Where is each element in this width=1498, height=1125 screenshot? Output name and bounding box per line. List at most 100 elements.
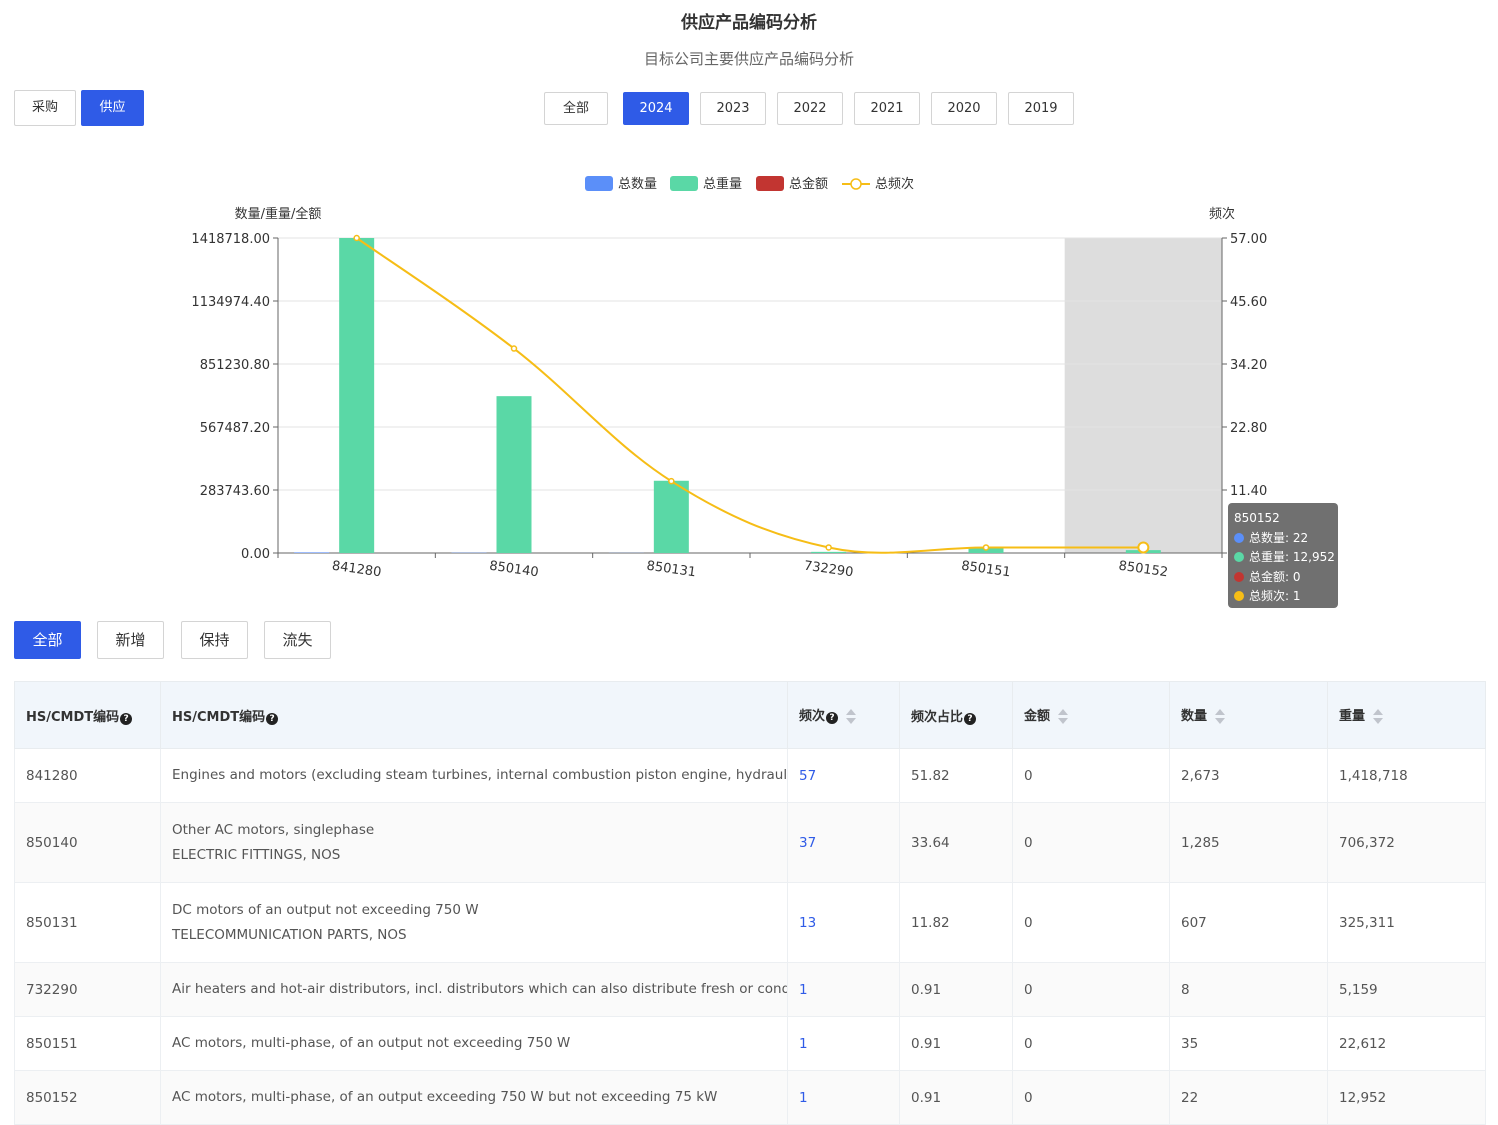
cell-freq-link[interactable]: 1	[788, 1071, 900, 1125]
freq-point-732290	[826, 545, 831, 550]
cell-ratio: 0.91	[900, 1071, 1013, 1125]
cell-amount: 0	[1013, 803, 1170, 883]
cell-ratio: 0.91	[900, 1017, 1013, 1071]
cell-desc: Other AC motors, singlephaseELECTRIC FIT…	[161, 803, 788, 883]
desc-line: Other AC motors, singlephase	[172, 818, 776, 843]
cell-ratio: 33.64	[900, 803, 1013, 883]
col-header-freq[interactable]: 频次?	[788, 682, 900, 749]
desc-line: AC motors, multi-phase, of an output not…	[172, 1031, 776, 1056]
freq-point-850152	[1138, 542, 1148, 552]
year-filter-all[interactable]: 全部	[544, 92, 608, 125]
cell-qty: 607	[1170, 883, 1328, 963]
tooltip-amount-text: 总金额: 0	[1249, 570, 1301, 584]
highlight-band	[1065, 238, 1222, 553]
x-tick-label: 850131	[646, 559, 697, 581]
page-title: 供应产品编码分析	[0, 8, 1498, 33]
cell-freq-link[interactable]: 13	[788, 883, 900, 963]
status-filter-new[interactable]: 新增	[97, 621, 164, 659]
y2-tick-label: 22.80	[1230, 421, 1267, 436]
col-header-desc-label: HS/CMDT编码	[172, 710, 265, 725]
year-filter-2024[interactable]: 2024	[623, 92, 689, 125]
status-filter-keep[interactable]: 保持	[181, 621, 248, 659]
product-code-table: HS/CMDT编码? HS/CMDT编码? 频次? 频次占比? 金额 数量 重量…	[14, 681, 1485, 1125]
cell-amount: 0	[1013, 749, 1170, 803]
legend-swatch-2	[756, 176, 784, 191]
tooltip-freq-text: 总频次: 1	[1249, 589, 1301, 603]
x-tick-label: 841280	[331, 559, 382, 581]
tooltip-row-weight: 总重量: 12,952	[1234, 548, 1332, 568]
table-row: 841280 Engines and motors (excluding ste…	[15, 749, 1486, 803]
tooltip-freq-dot	[1234, 591, 1244, 601]
cell-code: 850152	[15, 1071, 161, 1125]
cell-qty: 35	[1170, 1017, 1328, 1071]
table-row: 850140 Other AC motors, singlephaseELECT…	[15, 803, 1486, 883]
tooltip-row-freq: 总频次: 1	[1234, 587, 1332, 607]
sort-icon[interactable]	[846, 709, 855, 725]
cell-ratio: 0.91	[900, 963, 1013, 1017]
y2-tick-label: 11.40	[1230, 484, 1267, 499]
tab-purchase[interactable]: 采购	[14, 90, 76, 126]
tooltip-row-qty: 总数量: 22	[1234, 529, 1332, 549]
y2-axis-title: 频次	[1209, 206, 1235, 222]
page-subtitle: 目标公司主要供应产品编码分析	[0, 48, 1498, 69]
cell-weight: 325,311	[1328, 883, 1486, 963]
table-row: 850151 AC motors, multi-phase, of an out…	[15, 1017, 1486, 1071]
status-filter-lost[interactable]: 流失	[264, 621, 331, 659]
sort-icon[interactable]	[1058, 709, 1067, 725]
col-header-ratio: 频次占比?	[900, 682, 1013, 749]
cell-desc: AC motors, multi-phase, of an output not…	[161, 1017, 788, 1071]
help-icon[interactable]: ?	[964, 713, 976, 725]
desc-line: DC motors of an output not exceeding 750…	[172, 898, 776, 923]
cell-amount: 0	[1013, 883, 1170, 963]
year-filter-2021[interactable]: 2021	[854, 92, 920, 125]
freq-line	[357, 238, 1144, 553]
desc-line: Engines and motors (excluding steam turb…	[172, 763, 776, 788]
year-filter-2019[interactable]: 2019	[1008, 92, 1074, 125]
col-header-weight[interactable]: 重量	[1328, 682, 1486, 749]
help-icon[interactable]: ?	[266, 713, 278, 725]
legend-label-0: 总数量	[618, 177, 657, 192]
y-tick-label: 1134974.40	[191, 295, 270, 310]
cell-weight: 12,952	[1328, 1071, 1486, 1125]
col-header-code-label: HS/CMDT编码	[26, 710, 119, 725]
cell-code: 850151	[15, 1017, 161, 1071]
col-header-amount[interactable]: 金额	[1013, 682, 1170, 749]
bar-841280-1	[339, 238, 374, 553]
year-filter-2023[interactable]: 2023	[700, 92, 766, 125]
desc-line: AC motors, multi-phase, of an output exc…	[172, 1085, 776, 1110]
cell-freq-link[interactable]: 1	[788, 1017, 900, 1071]
legend-swatch-1	[670, 176, 698, 191]
cell-weight: 706,372	[1328, 803, 1486, 883]
tooltip-weight-text: 总重量: 12,952	[1249, 550, 1335, 564]
col-header-qty[interactable]: 数量	[1170, 682, 1328, 749]
tab-supply[interactable]: 供应	[81, 90, 144, 126]
cell-freq-link[interactable]: 37	[788, 803, 900, 883]
cell-qty: 1,285	[1170, 803, 1328, 883]
help-icon[interactable]: ?	[826, 712, 838, 724]
y2-tick-label: 45.60	[1230, 295, 1267, 310]
year-filter-2022[interactable]: 2022	[777, 92, 843, 125]
cell-freq-link[interactable]: 1	[788, 963, 900, 1017]
year-filter-2020[interactable]: 2020	[931, 92, 997, 125]
cell-qty: 2,673	[1170, 749, 1328, 803]
help-icon[interactable]: ?	[120, 713, 132, 725]
cell-code: 732290	[15, 963, 161, 1017]
col-header-desc: HS/CMDT编码?	[161, 682, 788, 749]
bar-850140-1	[497, 396, 532, 553]
cell-amount: 0	[1013, 963, 1170, 1017]
sort-icon[interactable]	[1373, 709, 1382, 725]
sort-icon[interactable]	[1215, 709, 1224, 725]
col-header-ratio-label: 频次占比	[911, 710, 963, 725]
cell-code: 850131	[15, 883, 161, 963]
status-filter-all[interactable]: 全部	[14, 621, 81, 659]
cell-desc: Engines and motors (excluding steam turb…	[161, 749, 788, 803]
col-header-code: HS/CMDT编码?	[15, 682, 161, 749]
col-header-amount-label: 金额	[1024, 709, 1050, 724]
cell-freq-link[interactable]: 57	[788, 749, 900, 803]
cell-amount: 0	[1013, 1017, 1170, 1071]
tooltip-qty-dot	[1234, 533, 1244, 543]
bar-732290-1	[811, 552, 846, 553]
y-tick-label: 567487.20	[200, 421, 270, 436]
tooltip-amount-dot	[1234, 572, 1244, 582]
cell-weight: 1,418,718	[1328, 749, 1486, 803]
